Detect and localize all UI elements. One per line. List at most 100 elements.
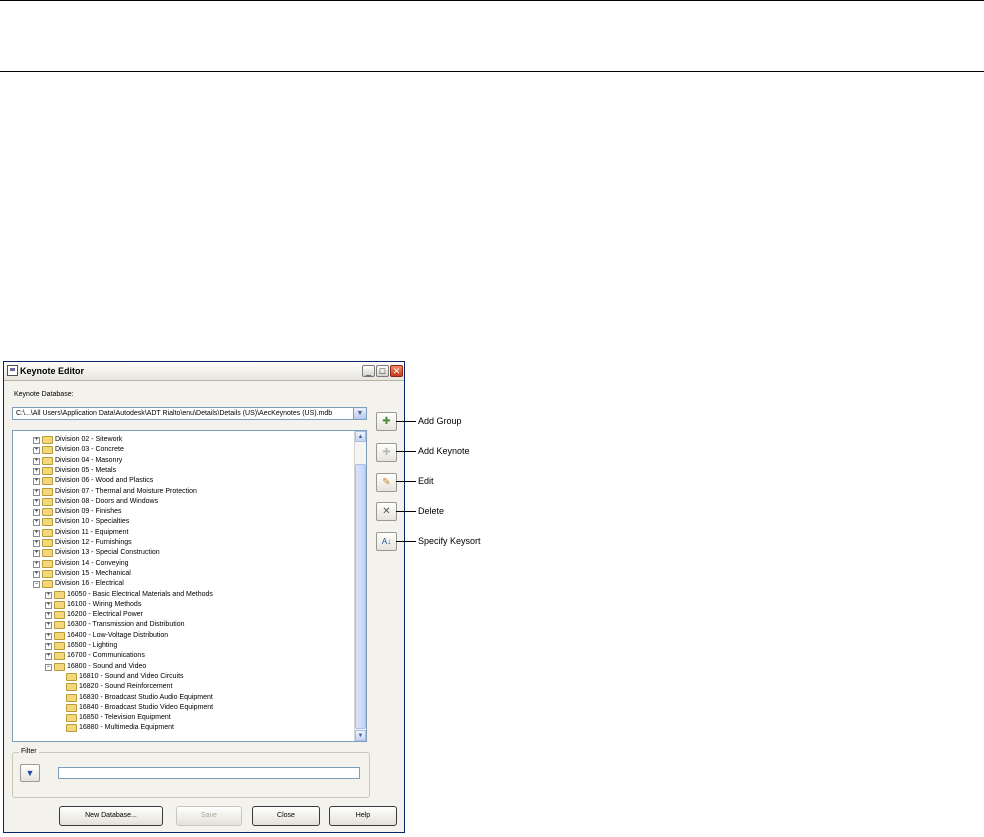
database-path: C:\...\All Users\Application Data\Autode… — [16, 410, 333, 417]
folder-icon — [42, 569, 53, 578]
scroll-up-icon[interactable]: ▲ — [355, 431, 366, 442]
tree-node-label: 16810 - Sound and Video Circuits — [79, 672, 184, 680]
expand-icon[interactable]: + — [33, 509, 40, 517]
new-database-button[interactable]: New Database... — [59, 806, 163, 826]
tree-node-label: Division 05 - Metals — [55, 466, 117, 474]
folder-icon — [54, 621, 65, 630]
expand-icon[interactable]: + — [33, 519, 40, 527]
tree-node-label: Division 16 - Electrical — [55, 580, 124, 588]
expand-icon[interactable]: + — [33, 447, 40, 455]
close-window-button[interactable]: ✕ — [390, 365, 403, 377]
app-icon — [7, 365, 18, 376]
folder-icon — [42, 456, 53, 465]
folder-icon — [66, 724, 77, 733]
title-bar[interactable]: Keynote Editor _ □ ✕ — [4, 362, 404, 381]
tree-node-label: 16700 - Communications — [67, 652, 145, 660]
expand-icon[interactable]: + — [33, 498, 40, 506]
tree-node-label: 16830 - Broadcast Studio Audio Equipment — [79, 693, 213, 701]
window-title: Keynote Editor — [20, 366, 85, 376]
maximize-button[interactable]: □ — [376, 365, 389, 377]
folder-icon — [42, 580, 53, 589]
filter-button[interactable]: ▼ — [20, 764, 40, 782]
delete-callout: Delete — [418, 506, 445, 516]
specify-keysort-callout: Specify Keysort — [418, 536, 481, 546]
add-keynote-callout-line — [396, 451, 416, 452]
tree-node-label: Division 06 - Wood and Plastics — [55, 477, 154, 485]
database-combo[interactable]: C:\...\All Users\Application Data\Autode… — [12, 407, 367, 420]
expand-icon[interactable]: + — [33, 550, 40, 558]
folder-icon — [42, 436, 53, 444]
edit-button[interactable]: ✎ — [376, 473, 397, 492]
tree-node-label: Division 04 - Masonry — [55, 456, 123, 464]
expand-icon[interactable]: + — [33, 540, 40, 547]
folder-icon — [66, 703, 77, 712]
expand-icon[interactable]: + — [33, 529, 40, 537]
header-rule — [0, 71, 984, 72]
keynote-editor-window: Keynote Editor _ □ ✕ Keynote Database: C… — [3, 361, 405, 833]
folder-icon — [42, 477, 53, 486]
folder-icon — [66, 683, 77, 692]
folder-icon — [66, 714, 77, 723]
collapse-icon[interactable]: − — [45, 663, 52, 671]
tree-node-label: 16400 - Low-Voltage Distribution — [67, 631, 169, 639]
folder-icon — [42, 539, 53, 547]
funnel-icon: ▼ — [25, 768, 35, 778]
expand-icon[interactable]: + — [45, 643, 52, 650]
tree-node-label: 16880 - Multimedia Equipment — [79, 724, 174, 732]
add-keynote-button[interactable]: ✚ — [376, 443, 397, 462]
folder-icon — [54, 590, 65, 599]
expand-icon[interactable]: + — [33, 467, 40, 475]
scroll-thumb[interactable] — [355, 464, 366, 729]
add-group-callout-line — [396, 421, 416, 422]
database-label: Keynote Database: — [14, 391, 74, 398]
tree-node-label: 16850 - Television Equipment — [79, 714, 171, 722]
tree-node-label: 16800 - Sound and Video — [67, 662, 147, 670]
folder-icon — [54, 600, 65, 609]
expand-icon[interactable]: + — [33, 437, 40, 444]
folder-icon — [42, 446, 53, 455]
tree-node-label: Division 14 - Conveying — [55, 559, 129, 567]
expand-icon[interactable]: + — [33, 457, 40, 465]
expand-icon[interactable]: + — [45, 653, 52, 661]
folder-icon — [54, 631, 65, 640]
close-button[interactable]: Close — [252, 806, 320, 826]
specify-keysort-button[interactable]: A↓ — [376, 532, 397, 551]
minimize-button[interactable]: _ — [362, 365, 375, 377]
scroll-down-icon[interactable]: ▼ — [355, 730, 366, 741]
keynote-tree[interactable]: + Division 02 - Sitework + Division 03 - Co… — [12, 430, 367, 742]
expand-icon[interactable]: + — [45, 632, 52, 640]
filter-label: Filter — [19, 748, 39, 755]
folder-icon — [42, 497, 53, 506]
collapse-icon[interactable]: − — [33, 581, 40, 589]
help-button[interactable]: Help — [329, 806, 397, 826]
folder-icon — [54, 642, 65, 650]
expand-icon[interactable]: + — [45, 591, 52, 599]
filter-input[interactable] — [58, 767, 360, 779]
expand-icon[interactable]: + — [45, 622, 52, 630]
folder-icon — [42, 487, 53, 496]
expand-icon[interactable]: + — [45, 612, 52, 620]
expand-icon[interactable]: + — [33, 570, 40, 578]
save-button[interactable]: Save — [176, 806, 242, 826]
folder-icon — [42, 528, 53, 537]
tree-node-label: Division 10 - Specialties — [55, 518, 130, 526]
add-group-button[interactable]: ✚ — [376, 412, 397, 431]
edit-callout-line — [396, 481, 416, 482]
tree-node-label: Division 03 - Concrete — [55, 446, 124, 454]
tree-node-label: Division 08 - Doors and Windows — [55, 497, 159, 505]
expand-icon[interactable]: + — [33, 478, 40, 486]
folder-icon — [42, 549, 53, 558]
expand-icon[interactable]: + — [33, 560, 40, 568]
delete-button[interactable]: ✕ — [376, 502, 397, 521]
folder-icon — [42, 518, 53, 527]
add-keynote-icon: ✚ — [382, 447, 391, 458]
tree-node-label: Division 13 - Special Construction — [55, 549, 160, 557]
tree-node-label: 16840 - Broadcast Studio Video Equipment — [79, 703, 214, 711]
edit-callout: Edit — [418, 476, 434, 486]
specify-keysort-callout-line — [396, 541, 416, 542]
chevron-down-icon[interactable]: ▼ — [353, 408, 366, 419]
tree-scrollbar[interactable]: ▲ ▼ — [354, 431, 366, 741]
folder-icon — [42, 559, 53, 568]
expand-icon[interactable]: + — [33, 488, 40, 496]
expand-icon[interactable]: + — [45, 601, 52, 609]
